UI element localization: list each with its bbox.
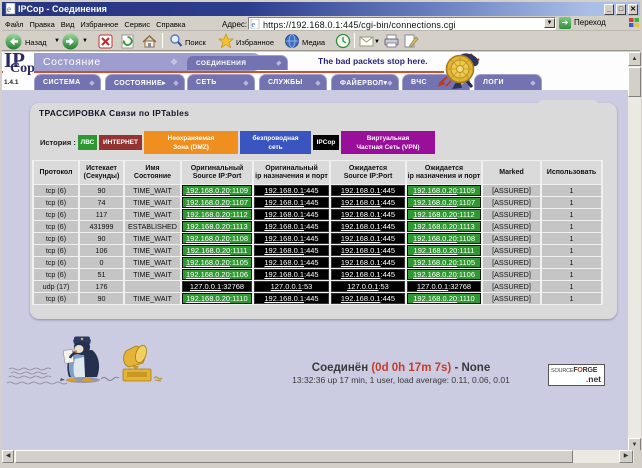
svg-text:e: e [7, 4, 11, 14]
svg-text:e: e [252, 20, 256, 29]
